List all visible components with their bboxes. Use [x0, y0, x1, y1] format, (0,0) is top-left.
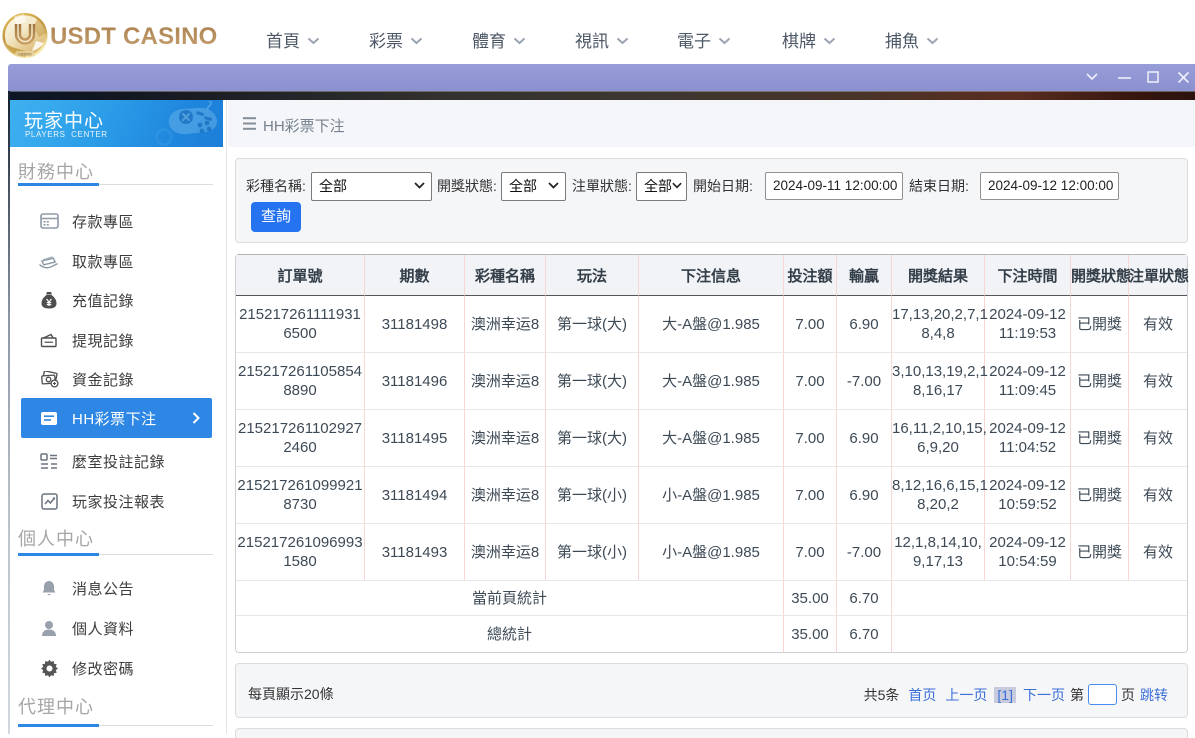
svg-text:casino: casino [18, 52, 32, 57]
